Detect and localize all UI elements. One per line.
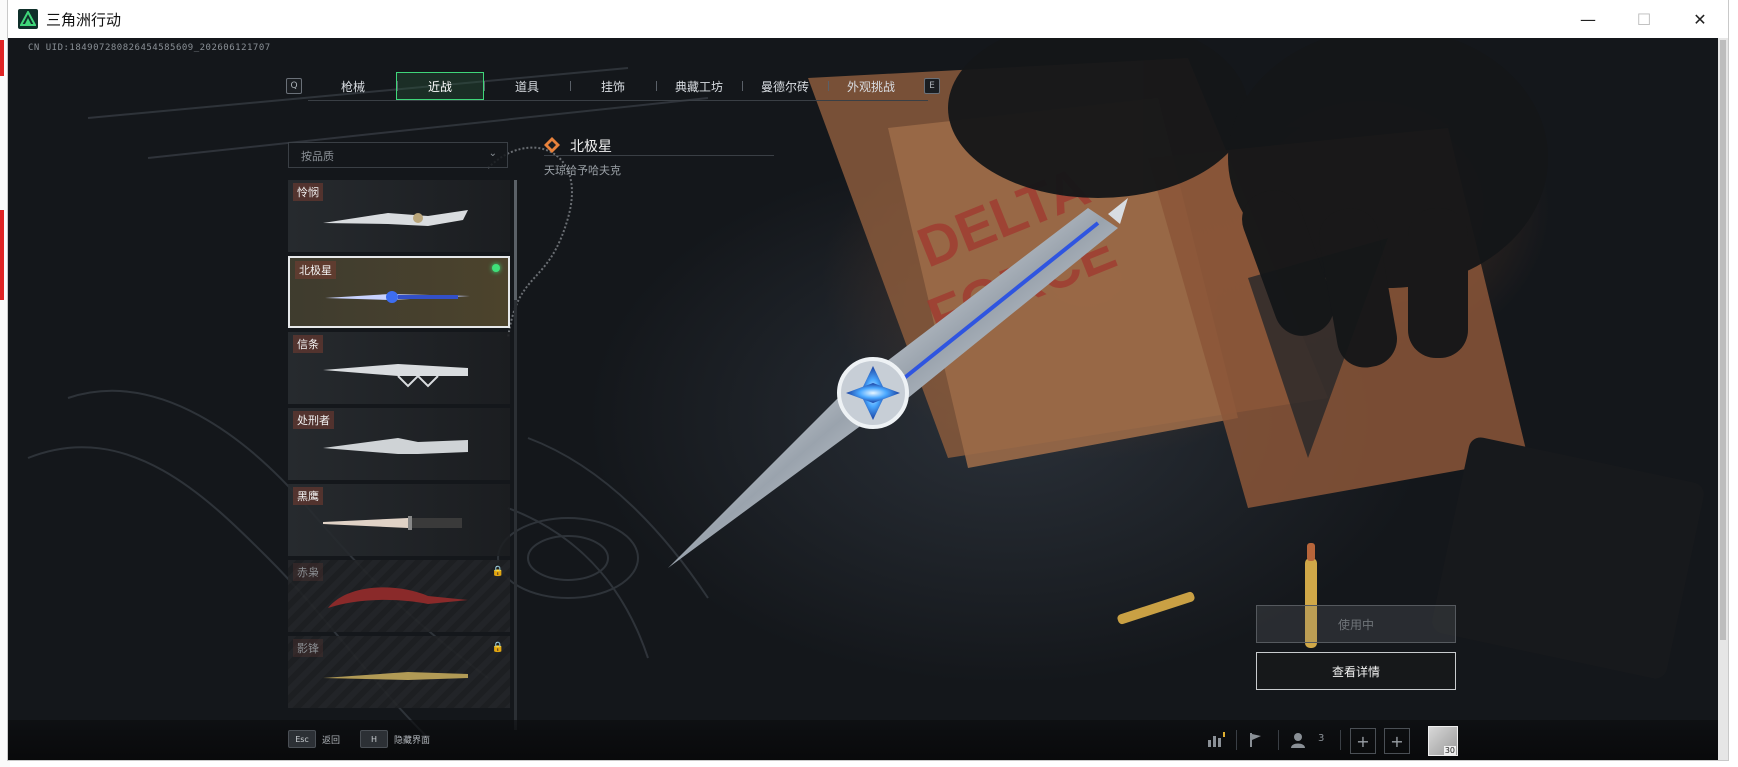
team-icon[interactable] [1288, 728, 1312, 752]
knife-thumbnail-icon [323, 672, 468, 680]
lock-icon: 🔒 [491, 566, 504, 577]
knife-thumbnail-icon [325, 291, 470, 303]
list-scrollbar[interactable] [514, 180, 517, 730]
melee-item-red-owl[interactable]: 赤枭 🔒 [288, 560, 510, 632]
knife-thumbnail-icon [323, 364, 468, 388]
melee-item-executioner[interactable]: 处刑者 [288, 408, 510, 480]
selected-item-name: 北极星 [570, 139, 612, 155]
knife-thumbnail-icon [323, 438, 468, 454]
knife-thumbnail-icon [328, 587, 468, 608]
dagger-preview-image [668, 198, 1128, 568]
user-uid: CN UID:1849072808264545856​09_20260612​1… [28, 43, 271, 53]
stats-icon[interactable] [1204, 728, 1228, 752]
rarity-diamond-icon [544, 137, 560, 153]
flag-icon[interactable] [1244, 728, 1268, 752]
selected-item-divider [544, 155, 774, 156]
hide-ui-hint[interactable]: H 隐藏界面 [360, 730, 430, 748]
knife-thumbnail-icon [323, 210, 468, 226]
back-label: 返回 [322, 735, 341, 746]
selected-item-subtitle: 天琼给予哈夫克 [544, 164, 621, 177]
scrollbar-thumb[interactable] [514, 180, 517, 300]
team-count: 3 [1318, 733, 1325, 744]
hide-ui-label: 隐藏界面 [394, 735, 431, 746]
tab-prev-key[interactable]: Q [286, 78, 302, 94]
tab-next-key[interactable]: E [924, 78, 940, 94]
filter-label: 按品质 [301, 150, 334, 163]
equipped-indicator [492, 264, 500, 272]
melee-item-mercy[interactable]: 怜悯 [288, 180, 510, 252]
game-viewport: DELTA FORCE [8, 38, 1728, 760]
view-details-button[interactable]: 查看详情 [1256, 652, 1456, 690]
game-window: 三角洲行动 — ☐ ✕ DELTA FORCE [8, 0, 1728, 760]
knife-thumbnail-icon [323, 516, 462, 530]
player-level: 30 [1443, 746, 1456, 755]
tab-items[interactable]: 道具 [484, 73, 570, 99]
player-avatar[interactable]: 30 [1428, 726, 1458, 756]
title-bar: 三角洲行动 — ☐ ✕ [8, 0, 1728, 38]
bottom-divider [1278, 730, 1279, 750]
minimize-button[interactable]: — [1560, 0, 1616, 38]
tab-melee[interactable]: 近战 [396, 72, 484, 100]
tab-charms[interactable]: 挂饰 [570, 73, 656, 99]
equipped-button[interactable]: 使用中 [1256, 605, 1456, 643]
background-red-block [0, 40, 4, 76]
add-teammate-button[interactable]: + [1350, 728, 1376, 754]
background-red-block [0, 210, 4, 300]
app-logo-icon [18, 9, 38, 29]
tab-firearms[interactable]: 枪械 [310, 73, 396, 99]
tab-mandel-brick[interactable]: 曼德尔砖 [742, 73, 828, 99]
h-key-badge: H [360, 730, 388, 748]
bottom-bar: Esc 返回 H 隐藏界面 3 + + 30 [8, 720, 1728, 760]
melee-item-polaris[interactable]: 北极星 [288, 256, 510, 328]
window-scrollbar[interactable] [1718, 38, 1728, 760]
category-tabs: Q 枪械 近战 道具 挂饰 典藏工坊 曼德尔砖 外观挑战 E [286, 72, 940, 100]
chevron-down-icon: ⌄ [488, 148, 497, 159]
melee-item-shadow-edge[interactable]: 影锋 🔒 [288, 636, 510, 708]
lock-icon: 🔒 [491, 642, 504, 653]
back-hint[interactable]: Esc 返回 [288, 730, 340, 748]
quality-filter-dropdown[interactable]: 按品质 ⌄ [288, 142, 508, 168]
bottom-divider [1340, 730, 1341, 750]
bottom-divider [1236, 730, 1237, 750]
melee-item-creed[interactable]: 信条 [288, 332, 510, 404]
tab-appearance-challenge[interactable]: 外观挑战 [828, 73, 914, 99]
melee-list: 怜悯 北极星 信条 处刑者 黑鹰 赤枭 🔒 影锋 🔒 [288, 180, 510, 730]
maximize-button[interactable]: ☐ [1616, 0, 1672, 38]
melee-item-black-hawk[interactable]: 黑鹰 [288, 484, 510, 556]
window-title: 三角洲行动 [46, 11, 122, 29]
close-button[interactable]: ✕ [1672, 0, 1728, 38]
tabs-divider [308, 100, 928, 101]
esc-key-badge: Esc [288, 730, 316, 748]
tab-collection-workshop[interactable]: 典藏工坊 [656, 73, 742, 99]
window-scrollbar-thumb[interactable] [1720, 40, 1726, 640]
add-teammate-button[interactable]: + [1384, 728, 1410, 754]
